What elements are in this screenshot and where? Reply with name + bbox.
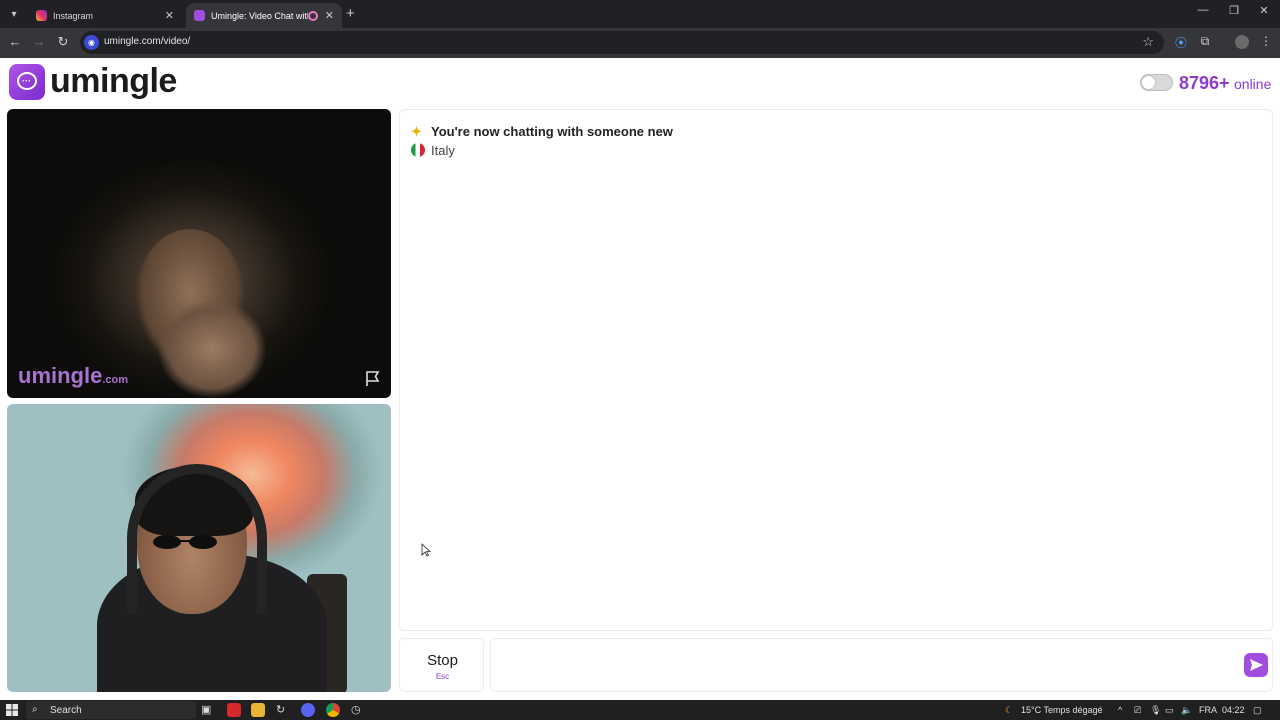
send-arrow-icon [1250, 659, 1263, 671]
new-tab-icon[interactable]: + [346, 5, 355, 22]
close-tab-icon[interactable]: ✕ [165, 9, 174, 22]
instagram-favicon-icon [36, 10, 47, 21]
umingle-favicon-icon [194, 10, 205, 21]
report-flag-icon[interactable] [363, 369, 383, 389]
extensions-puzzle-icon[interactable]: ⧉ [1196, 34, 1214, 49]
tab-umingle[interactable]: Umingle: Video Chat with S ✕ [186, 3, 342, 28]
site-info-icon[interactable]: ◉ [84, 35, 99, 50]
chat-log: ✦ You're now chatting with someone new It… [399, 109, 1273, 631]
microphone-icon[interactable]: 🎙 [1150, 705, 1161, 716]
watermark-suffix: .com [102, 374, 129, 386]
volume-icon[interactable]: 🔈 [1181, 705, 1192, 716]
logo-text[interactable]: umingle [50, 62, 177, 101]
windows-taskbar: ⌕ Search ▣ ↻ ◷ ☾ 15°C Temps dégagé ^ ⎚ 🎙… [0, 700, 1280, 720]
camera-icon[interactable]: ⎚ [1134, 705, 1141, 716]
menu-kebab-icon[interactable]: ⋮ [1257, 34, 1275, 48]
tab-instagram[interactable]: Instagram ✕ [28, 3, 182, 28]
country-text: Italy [431, 143, 455, 158]
partner-country: Italy [411, 143, 455, 158]
url-text: umingle.com/video/ [104, 36, 191, 47]
online-count: 8796+ [1179, 73, 1230, 93]
remote-video: umingle.com [7, 109, 391, 398]
local-video [7, 404, 391, 692]
taskbar-search[interactable]: ⌕ Search [26, 701, 196, 719]
system-message-text: You're now chatting with someone new [431, 124, 673, 139]
browser-tab-bar: ▾ Instagram ✕ Umingle: Video Chat with S… [0, 0, 1280, 28]
stop-label: Stop [427, 652, 458, 669]
sunglasses [153, 535, 217, 549]
system-message: ✦ You're now chatting with someone new [411, 124, 673, 140]
close-tab-icon[interactable]: ✕ [325, 9, 334, 22]
network-icon[interactable]: ▭ [1165, 705, 1174, 716]
italy-flag-icon [411, 143, 425, 157]
dots-icon: ··· [22, 76, 31, 86]
tab-search-dropdown-icon[interactable]: ▾ [4, 4, 24, 24]
theme-toggle[interactable] [1140, 74, 1173, 91]
discord-icon[interactable] [301, 703, 315, 717]
video-watermark: umingle.com [18, 363, 128, 389]
extension-audio-icon[interactable]: ⦿ [1172, 34, 1190, 51]
umingle-logo-icon[interactable]: ··· [9, 64, 45, 100]
tab-title: Umingle: Video Chat with S [211, 10, 308, 21]
remote-person-hand [157, 299, 267, 398]
sync-app-icon[interactable]: ↻ [276, 703, 290, 717]
weather-moon-icon: ☾ [1005, 705, 1014, 715]
back-icon[interactable]: ← [6, 34, 24, 49]
address-bar[interactable]: ◉ umingle.com/video/ ☆ [80, 31, 1164, 54]
browser-toolbar: ← → ↻ ◉ umingle.com/video/ ☆ ⦿ ⧉ ⋮ [0, 28, 1280, 58]
mouse-cursor-icon [421, 543, 431, 557]
language-indicator[interactable]: FRA [1199, 705, 1217, 715]
minimize-icon[interactable]: — [1191, 4, 1215, 16]
watermark-text: umingle [18, 363, 103, 388]
bookmark-star-icon[interactable]: ☆ [1142, 34, 1154, 50]
stop-shortcut-hint: Esc [435, 672, 450, 681]
tray-expand-icon[interactable]: ^ [1118, 705, 1122, 715]
clock-time[interactable]: 04:22 [1222, 705, 1245, 715]
search-label: Search [50, 705, 82, 716]
toggle-knob [1142, 76, 1155, 89]
search-icon: ⌕ [32, 704, 38, 715]
clock-app-icon[interactable]: ◷ [351, 703, 365, 717]
umingle-page: ··· umingle 8796+ online umingle.com ✦ Yo… [0, 58, 1280, 700]
stop-button[interactable]: Stop Esc [399, 638, 484, 692]
online-label: online [1234, 76, 1272, 92]
message-input[interactable] [490, 638, 1273, 692]
chrome-icon[interactable] [326, 703, 340, 717]
task-view-icon[interactable]: ▣ [201, 703, 215, 717]
tab-title: Instagram [53, 10, 94, 21]
notifications-icon[interactable]: ▢ [1253, 705, 1262, 716]
recording-indicator-icon [307, 10, 318, 21]
file-explorer-icon[interactable] [251, 703, 265, 717]
windows-start-icon[interactable] [6, 704, 18, 716]
media-app-icon[interactable] [227, 703, 241, 717]
restore-icon[interactable]: ❐ [1222, 4, 1246, 17]
weather-text[interactable]: 15°C Temps dégagé [1021, 705, 1103, 715]
close-window-icon[interactable]: ✕ [1252, 4, 1276, 17]
profile-avatar[interactable] [1235, 35, 1249, 49]
sparkle-icon: ✦ [411, 124, 422, 139]
send-button[interactable] [1244, 653, 1268, 677]
forward-icon[interactable]: → [30, 34, 48, 49]
reload-icon[interactable]: ↻ [54, 34, 72, 50]
